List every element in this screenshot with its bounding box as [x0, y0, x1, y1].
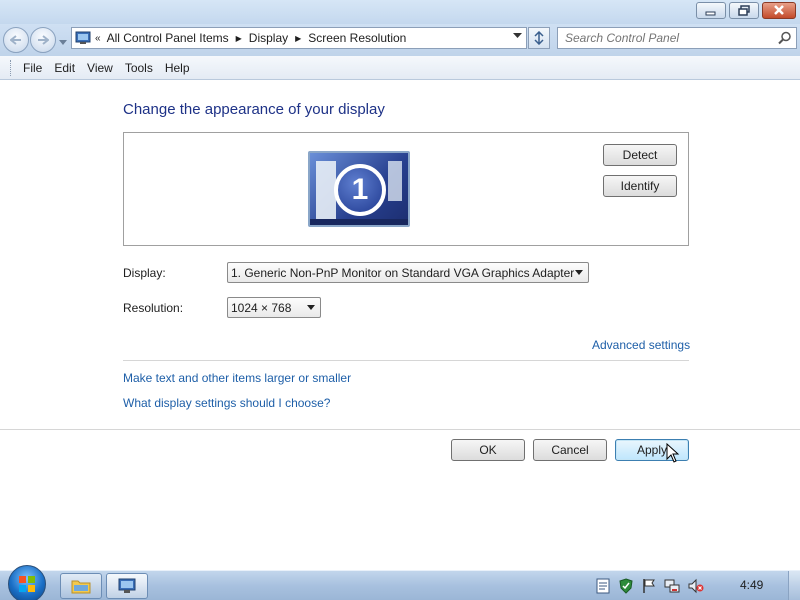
clock[interactable]: 4:49 — [740, 578, 763, 592]
show-desktop-button[interactable] — [788, 571, 800, 600]
menu-tools[interactable]: Tools — [120, 59, 158, 77]
recent-pages-dropdown[interactable] — [59, 35, 67, 49]
page-title: Change the appearance of your display — [123, 101, 385, 118]
menu-bar: File Edit View Tools Help — [0, 56, 800, 80]
chevron-down-icon — [575, 270, 583, 275]
display-help-link[interactable]: What display settings should I choose? — [123, 396, 330, 410]
network-icon[interactable] — [664, 578, 680, 594]
display-select-value: 1. Generic Non-PnP Monitor on Standard V… — [231, 265, 575, 280]
start-button[interactable] — [8, 565, 46, 600]
monitor-1-icon[interactable]: 1 — [308, 151, 410, 227]
menu-file[interactable]: File — [18, 59, 47, 77]
control-panel-icon — [75, 31, 91, 44]
menu-grip — [10, 59, 13, 76]
back-arrow-icon — [10, 35, 21, 45]
resolution-label: Resolution: — [123, 301, 184, 315]
search-icon[interactable] — [778, 31, 792, 45]
chevron-down-icon — [59, 40, 67, 45]
action-center-flag-icon[interactable] — [642, 578, 656, 594]
cancel-button[interactable]: Cancel — [533, 439, 607, 461]
breadcrumb-separator-icon[interactable]: ▶ — [236, 34, 242, 43]
system-tray — [596, 578, 704, 594]
detect-button[interactable]: Detect — [603, 144, 677, 166]
content-area: Change the appearance of your display 1 … — [0, 81, 800, 546]
restore-icon — [738, 5, 750, 16]
minimize-button[interactable] — [696, 2, 726, 19]
chevron-down-icon — [307, 305, 315, 310]
display-preview-panel: 1 Detect Identify — [123, 132, 689, 246]
back-button[interactable] — [3, 27, 29, 53]
close-icon — [774, 5, 784, 15]
monitor-number: 1 — [334, 164, 386, 216]
address-dropdown-icon[interactable] — [513, 33, 522, 39]
advanced-settings-link[interactable]: Advanced settings — [592, 338, 690, 352]
breadcrumb-overflow-icon[interactable]: « — [95, 33, 101, 44]
menu-help[interactable]: Help — [160, 59, 195, 77]
display-label: Display: — [123, 266, 166, 280]
taskbar-control-panel-button[interactable] — [106, 573, 148, 599]
volume-muted-icon[interactable] — [688, 578, 704, 594]
refresh-button[interactable] — [528, 27, 550, 49]
address-row: « All Control Panel Items ▶ Display ▶ Sc… — [0, 24, 800, 56]
breadcrumb: All Control Panel Items ▶ Display ▶ Scre… — [107, 31, 407, 45]
taskbar-explorer-button[interactable] — [60, 573, 102, 599]
minimize-icon — [705, 11, 716, 15]
mouse-pointer-icon — [666, 443, 680, 463]
maximize-button[interactable] — [729, 2, 759, 19]
breadcrumb-all-items[interactable]: All Control Panel Items — [107, 31, 229, 45]
forward-button[interactable] — [30, 27, 56, 53]
refresh-icon — [534, 31, 544, 45]
divider — [123, 360, 689, 361]
text-size-link[interactable]: Make text and other items larger or smal… — [123, 371, 351, 385]
breadcrumb-separator-icon[interactable]: ▶ — [295, 34, 301, 43]
menu-edit[interactable]: Edit — [49, 59, 80, 77]
security-shield-icon[interactable] — [618, 578, 634, 594]
resolution-select[interactable]: 1024 × 768 — [227, 297, 321, 318]
resolution-select-value: 1024 × 768 — [231, 300, 292, 315]
windows-logo-icon — [19, 576, 35, 592]
taskbar: 4:49 — [0, 565, 800, 600]
notes-icon[interactable] — [596, 578, 610, 594]
breadcrumb-display[interactable]: Display — [249, 31, 288, 45]
title-bar — [0, 0, 800, 24]
address-bar[interactable]: « All Control Panel Items ▶ Display ▶ Sc… — [71, 27, 527, 49]
display-select[interactable]: 1. Generic Non-PnP Monitor on Standard V… — [227, 262, 589, 283]
ok-button[interactable]: OK — [451, 439, 525, 461]
identify-button[interactable]: Identify — [603, 175, 677, 197]
menu-view[interactable]: View — [82, 59, 118, 77]
breadcrumb-screen-resolution[interactable]: Screen Resolution — [308, 31, 406, 45]
forward-arrow-icon — [38, 35, 49, 45]
search-box[interactable] — [557, 27, 797, 49]
close-button[interactable] — [762, 2, 796, 19]
search-input[interactable] — [558, 28, 768, 48]
window-controls — [696, 2, 796, 19]
button-divider — [0, 429, 800, 430]
folder-icon — [71, 580, 91, 594]
control-panel-icon — [118, 578, 136, 593]
